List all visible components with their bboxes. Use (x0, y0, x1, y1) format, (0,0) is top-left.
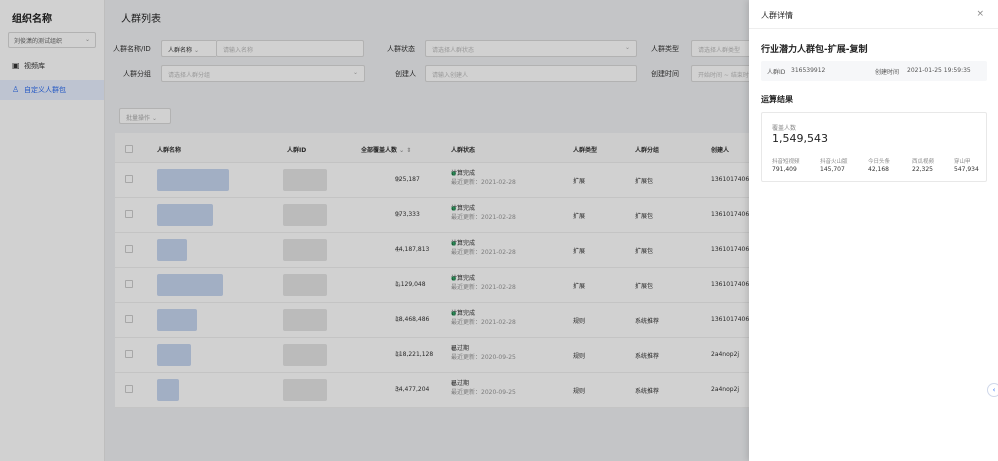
crowd-id-value: 316539912 (791, 67, 826, 74)
drawer-title: 人群详情 (761, 11, 793, 20)
cover-value: 1,549,543 (772, 132, 828, 145)
modal-overlay[interactable] (0, 0, 749, 461)
stat-item: 西瓜视频 22,325 (912, 158, 934, 174)
stat-label: 抖音火山版 (820, 159, 848, 165)
stat-label: 西瓜视频 (912, 159, 935, 165)
create-time-label: 创建时间 (875, 69, 900, 76)
stat-value: 791,409 (772, 166, 797, 173)
crowd-id-label: 人群ID (767, 69, 786, 76)
stat-value: 547,934 (954, 166, 979, 173)
stat-value: 145,707 (820, 166, 845, 173)
create-time-value: 2021-01-25 19:59:35 (907, 67, 971, 74)
cover-label: 覆盖人数 (772, 125, 797, 132)
result-card: 覆盖人数 1,549,543 抖音短视频 791,409 抖音火山版 145,7… (761, 112, 987, 182)
stat-item: 抖音短视频 791,409 (772, 158, 800, 174)
divider (749, 28, 998, 29)
stat-value: 42,168 (868, 166, 889, 173)
crowd-detail-drawer: 人群详情 × 行业潜力人群包-扩展-复制 人群ID 316539912 创建时间… (749, 0, 998, 461)
crowd-name: 行业潜力人群包-扩展-复制 (761, 45, 868, 55)
stat-item: 抖音火山版 145,707 (820, 158, 848, 174)
crowd-meta: 人群ID 316539912 创建时间 2021-01-25 19:59:35 (761, 61, 987, 81)
stat-item: 今日头条 42,168 (868, 158, 890, 174)
result-title: 运算结果 (761, 95, 793, 104)
stat-label: 穿山甲 (954, 159, 971, 165)
stat-label: 抖音短视频 (772, 159, 800, 165)
stat-value: 22,325 (912, 166, 933, 173)
stat-label: 今日头条 (868, 159, 891, 165)
close-icon[interactable]: × (976, 9, 984, 19)
stat-item: 穿山甲 547,934 (954, 158, 979, 174)
help-float-icon[interactable]: ‹ (987, 383, 998, 397)
